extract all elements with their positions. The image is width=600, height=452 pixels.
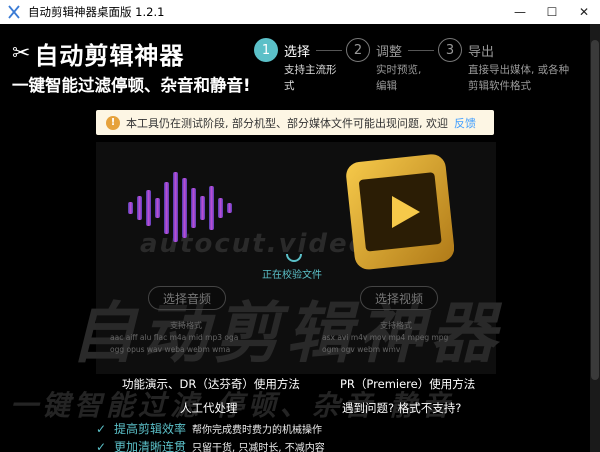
step-divider [408,50,434,51]
step-2-desc-line1: 实时预览, [376,64,422,76]
beta-notice: ! 本工具仍在测试阶段, 部分机型、部分媒体文件可能出现问题, 欢迎 反馈 [96,110,494,135]
audio-formats-title: 支持格式 [170,321,202,330]
feature-desc: 只留干货, 只减时长, 不减内容 [192,443,325,452]
feature-title: 提高剪辑效率 [114,422,187,436]
close-button[interactable]: ✕ [568,0,600,24]
audio-formats-line2: ogg opus wav weba webm wma [110,345,231,354]
step-indicator: 1 选择 支持主流形 式 2 调整 实时预览, 编辑 3 导出 直接导出媒体, … [252,38,592,108]
app-body: autocut.video 自动剪辑神器 一键智能过滤 停顿、杂音 静音 ✂ 自… [0,24,600,452]
audio-formats-line1: aac aiff alu flac m4a mid mp3 oga [110,333,239,342]
video-formats-line1: asx avi m4v mov mp4 mpeg mpg [322,333,449,342]
notice-text: 本工具仍在测试阶段, 部分机型、部分媒体文件可能出现问题, 欢迎 [126,116,448,130]
feature-title: 更加清晰连贯 [114,440,187,452]
minimize-button[interactable]: — [504,0,536,24]
select-video-button[interactable]: 选择视频 [360,286,438,310]
step-2-desc-line2: 编辑 [376,80,397,92]
scissors-icon: ✂ [12,41,31,66]
feature-item: ✓ 更加清晰连贯 只留干货, 只减时长, 不减内容 [96,438,325,452]
step-3-desc-line2: 剪辑软件格式 [468,80,531,92]
brand-slogan: 一键智能过滤停顿、杂音和静音! [12,76,251,95]
maximize-button[interactable]: ☐ [536,0,568,24]
step-2-circle: 2 [346,38,370,62]
soundwave-icon [128,172,232,242]
app-scissors-icon [8,5,20,19]
brand: ✂ 自动剪辑神器 [12,36,184,71]
window-title: 自动剪辑神器桌面版 1.2.1 [28,5,165,19]
step-1-label: 选择 [284,45,311,60]
loading-text: 正在校验文件 [262,270,322,281]
pr-tutorial-link[interactable]: PR（Premiere）使用方法 [340,376,475,392]
manual-processing-link[interactable]: 人工代处理 [180,400,238,416]
step-3-circle: 3 [438,38,462,62]
window-titlebar: 自动剪辑神器桌面版 1.2.1 — ☐ ✕ [0,0,600,24]
warning-icon: ! [106,115,120,130]
video-film-icon [346,154,454,270]
step-1-desc-line2: 式 [284,80,295,92]
step-divider [316,50,342,51]
feature-desc: 帮你完成费时费力的机械操作 [192,425,323,436]
brand-name: 自动剪辑神器 [34,42,185,70]
check-icon: ✓ [96,421,107,436]
step-3-desc-line1: 直接导出媒体, 或各种 [468,64,570,76]
step-1-desc-line1: 支持主流形 [284,64,337,76]
problem-link[interactable]: 遇到问题? 格式不支持? [342,400,461,416]
step-2-label: 调整 [376,45,403,60]
feedback-link[interactable]: 反馈 [454,115,476,131]
loading-spinner-icon [286,253,302,262]
step-3-label: 导出 [468,45,495,60]
check-icon: ✓ [96,439,107,452]
step-1-circle: 1 [254,38,278,62]
select-audio-button[interactable]: 选择音频 [148,286,226,310]
video-formats-line2: ogm ogv webm wmv [322,345,401,354]
dr-tutorial-link[interactable]: 功能演示、DR（达芬奇）使用方法 [122,376,300,392]
feature-item: ✓ 提高剪辑效率 帮你完成费时费力的机械操作 [96,420,322,437]
scrollbar-thumb[interactable] [591,40,599,380]
video-formats-title: 支持格式 [380,321,412,330]
